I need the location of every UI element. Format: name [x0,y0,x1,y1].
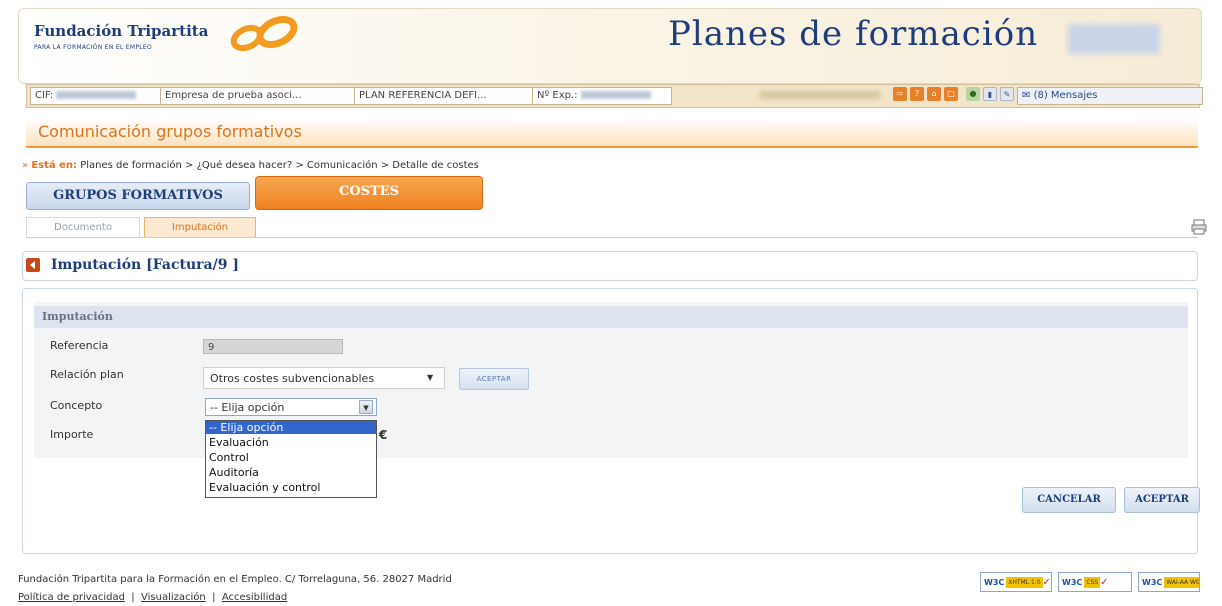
cancel-button[interactable]: CANCELAR [1022,487,1116,513]
chart-icon[interactable]: ▮ [983,87,997,101]
chevron-down-icon: ▼ [427,373,434,382]
footer-address: Fundación Tripartita para la Formación e… [18,574,452,585]
documents-icon[interactable]: □ [944,87,958,101]
home-icon[interactable]: ⌂ [927,87,941,101]
w3c-text: W3C [984,578,1005,587]
importe-label: Importe [50,428,94,441]
breadcrumb-arrow-icon: » [22,160,29,171]
edit-icon[interactable]: ✎ [1000,87,1014,101]
empresa-box: Empresa de prueba asoci... [160,87,356,105]
cif-label: CIF: [35,90,54,101]
breadcrumb-lead: Está en: [31,160,78,171]
form-section-title: Imputación [42,310,113,323]
tab-costes[interactable]: COSTES [255,176,483,210]
redacted-exp [580,91,651,99]
visualizacion-link[interactable]: Visualización [141,592,206,603]
dropdown-option[interactable]: Evaluación y control [206,481,376,494]
privacy-link[interactable]: Política de privacidad [18,592,125,603]
messages-label: (8) Mensajes [1033,90,1098,101]
w3c-wcag-badge[interactable]: W3CWAI-AA WCAG 2.0 [1138,572,1200,592]
dropdown-option[interactable]: Control [206,451,376,464]
dropdown-option[interactable]: Auditoría [206,466,376,479]
tab-grupos-formativos[interactable]: GRUPOS FORMATIVOS [26,182,250,210]
dropdown-option[interactable]: -- Elija opción [206,421,376,434]
exp-box: Nº Exp.: [532,87,672,105]
logo-mark-icon [230,15,298,52]
footer-links: Política de privacidad | Visualización |… [18,592,288,603]
dropdown-option[interactable]: Evaluación [206,436,376,449]
logo-subtitle: PARA LA FORMACIÓN EN EL EMPLEO [34,44,153,51]
messages-button[interactable]: ✉ (8) Mensajes [1017,87,1203,105]
breadcrumb: » Está en: Planes de formación > ¿Qué de… [22,160,479,171]
relacion-plan-select[interactable]: Otros costes subvencionables [203,367,445,389]
panel-title: Imputación [Factura/9 ] [51,257,239,273]
cif-box: CIF: [30,87,162,105]
exit-icon[interactable]: ⇨ [893,87,907,101]
check-icon: ✓ [1042,577,1051,588]
w3c-text: W3C [1142,578,1163,587]
section-title: Comunicación grupos formativos [38,122,302,141]
collapse-icon[interactable] [26,258,40,272]
print-icon[interactable] [1190,218,1208,236]
accept-button[interactable]: ACEPTAR [1124,487,1200,513]
globe-icon[interactable]: ● [966,87,980,101]
w3c-css-badge[interactable]: W3C CSS ✓ [1058,572,1132,592]
logo-title: Fundación Tripartita [34,22,209,40]
w3c-xhtml-badge[interactable]: W3C XHTML 1.0 ✓ [980,572,1052,592]
redacted-year [1068,24,1160,54]
w3c-text: W3C [1062,578,1083,587]
form-section-header [34,306,1188,328]
help-icon[interactable]: ? [910,87,924,101]
badge-tag: WAI-AA WCAG 2.0 [1164,577,1199,588]
relacion-aceptar-button[interactable]: ACEPTAR [459,368,529,390]
relacion-plan-label: Relación plan [50,368,124,381]
subtab-documento[interactable]: Documento [26,217,140,238]
exp-label: Nº Exp.: [537,90,578,101]
redacted-date [760,91,880,99]
envelope-icon: ✉ [1022,90,1031,101]
referencia-label: Referencia [50,339,109,352]
subtab-imputacion[interactable]: Imputación [144,217,256,238]
app-title: Planes de formación [668,14,1039,54]
dropdown-arrow-icon[interactable]: ▼ [359,400,373,414]
badge-tag: CSS [1084,577,1101,588]
check-icon: ✓ [1100,577,1109,588]
referencia-field: 9 [203,339,343,354]
badge-tag: XHTML 1.0 [1006,577,1043,588]
redacted-cif [56,91,137,99]
concepto-label: Concepto [50,399,103,412]
accesibilidad-link[interactable]: Accesibilidad [222,592,287,603]
subtab-divider [26,237,1198,238]
concepto-select[interactable]: -- Elija opción [205,398,377,416]
importe-currency: € [379,428,388,442]
breadcrumb-path[interactable]: Planes de formación > ¿Qué desea hacer? … [80,160,479,171]
plan-box: PLAN REFERENCIA DEFI... [354,87,534,105]
